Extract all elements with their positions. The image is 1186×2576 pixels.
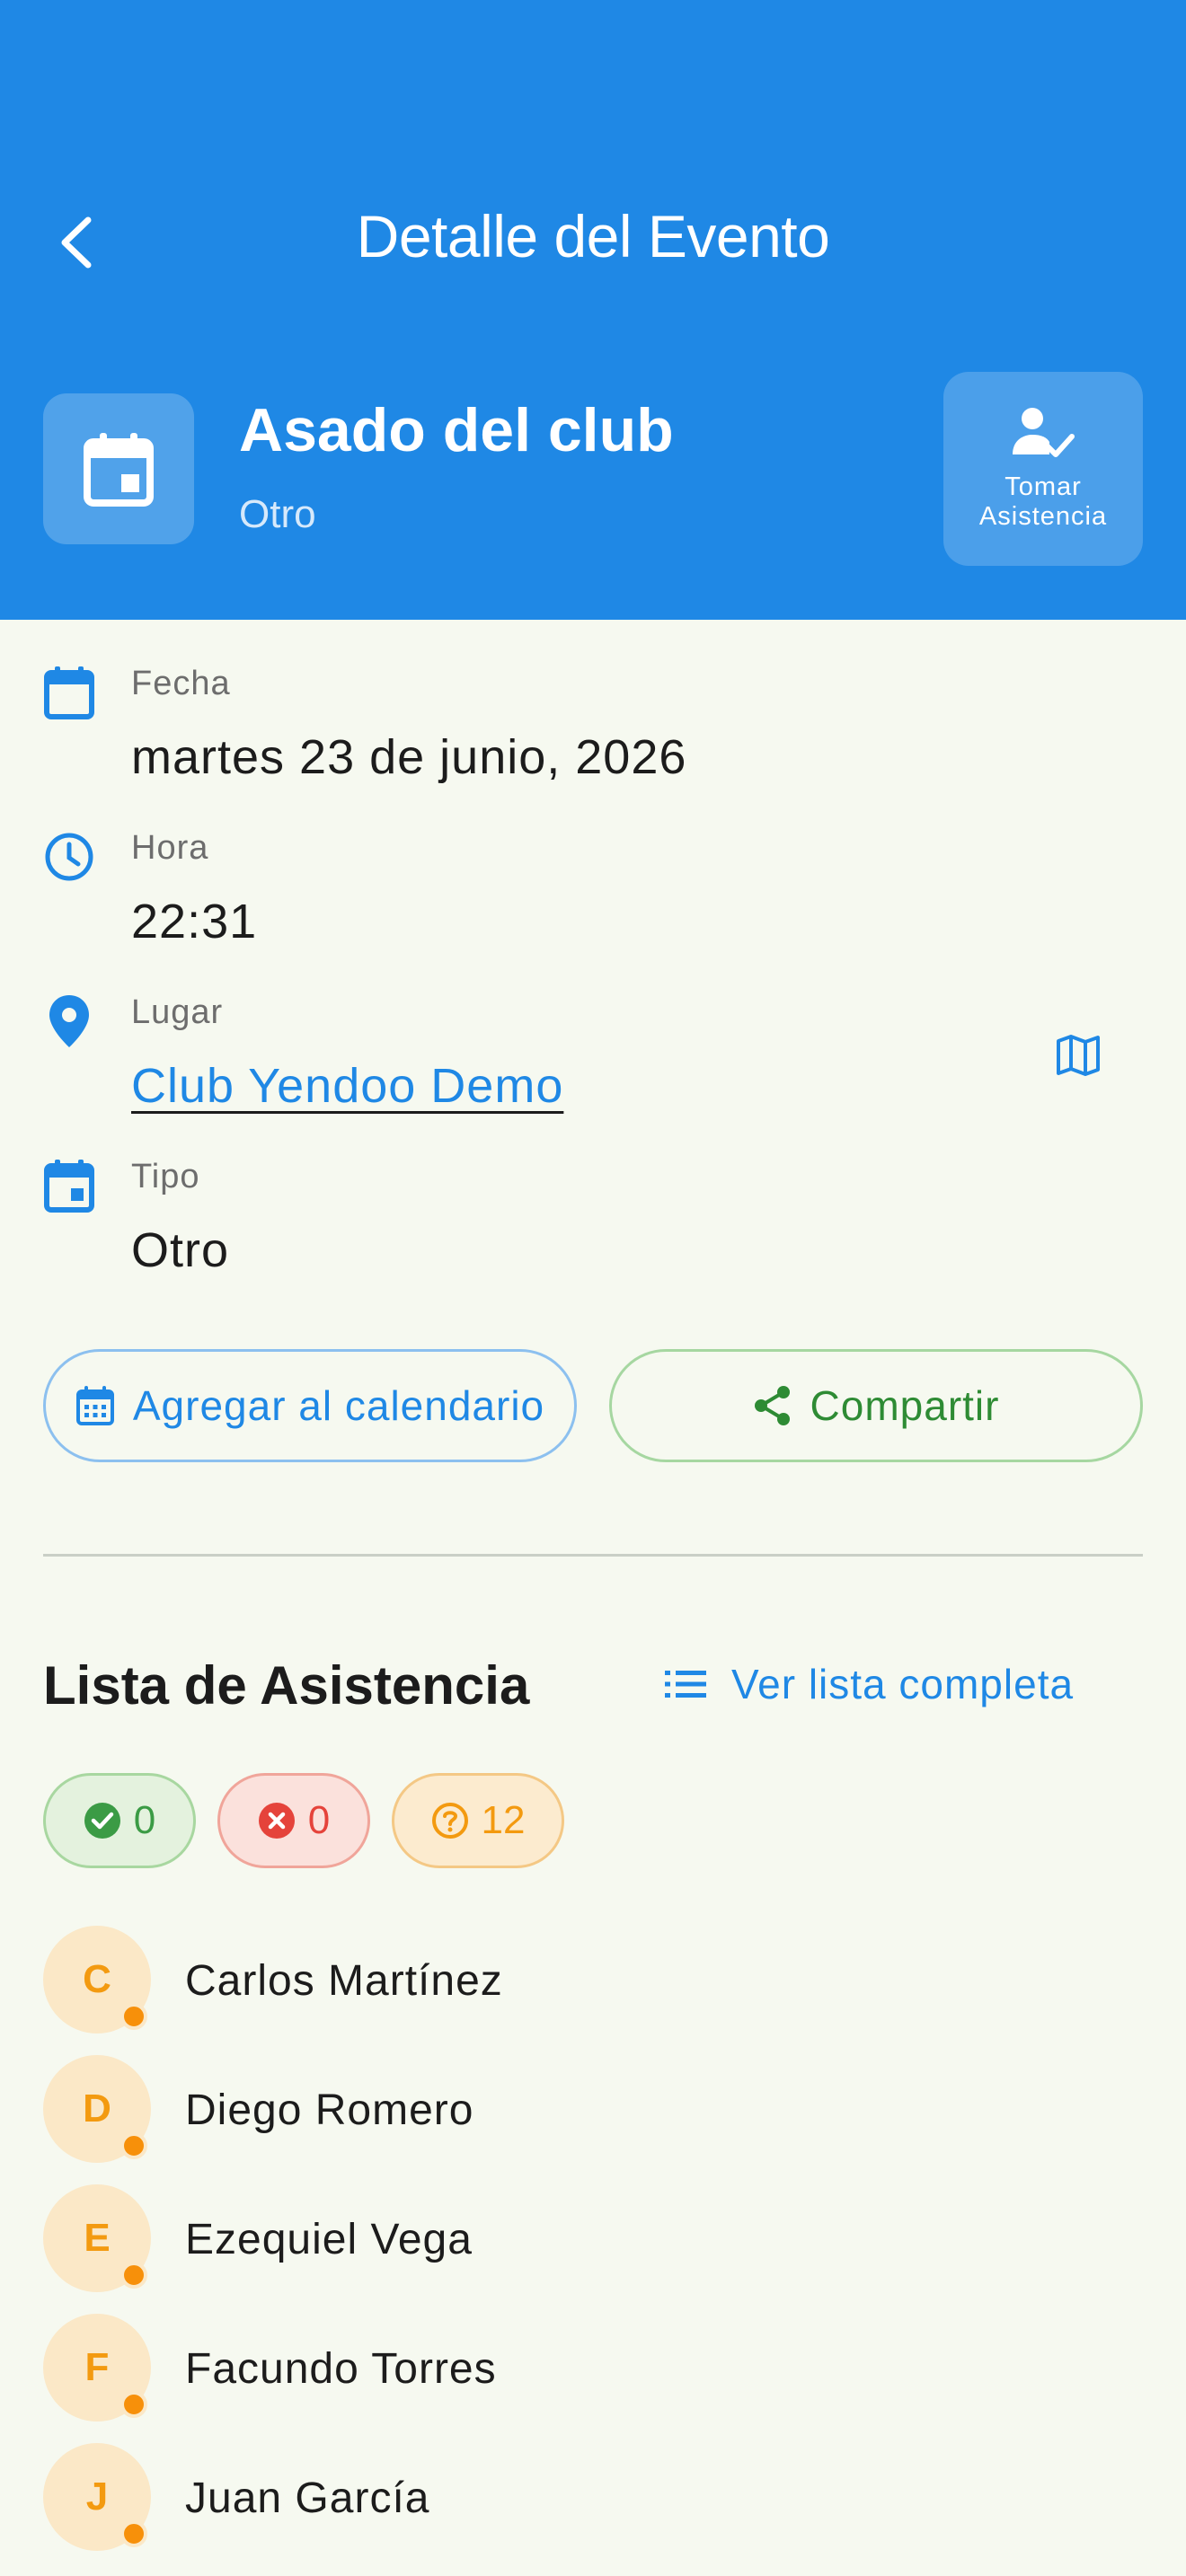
take-attendance-label: Tomar Asistencia [978,472,1108,531]
date-value: martes 23 de junio, 2026 [131,730,687,784]
calendar-icon [44,1160,94,1213]
event-icon-container [43,393,194,544]
add-to-calendar-button[interactable]: Agregar al calendario [43,1349,577,1462]
x-circle-icon [258,1803,295,1839]
place-row: Lugar Club Yendoo Demo [43,993,1148,1119]
app-header: Detalle del Evento Asado del club Otro T… [0,0,1186,620]
status-indicator [120,2520,147,2547]
attendance-title: Lista de Asistencia [43,1655,530,1716]
date-label: Fecha [131,665,231,702]
event-type: Otro [239,492,316,536]
status-indicator [120,2262,147,2289]
list-icon [665,1671,706,1698]
time-label: Hora [131,829,209,867]
section-divider [43,1554,1143,1557]
clock-icon [45,833,93,881]
declined-count: 0 [307,1798,331,1842]
list-item[interactable]: E Ezequiel Vega [43,2184,1121,2292]
member-name: Diego Romero [185,2086,474,2134]
place-link[interactable]: Club Yendoo Demo [131,1058,563,1114]
see-full-list-label: Ver lista completa [731,1661,1075,1707]
see-full-list-button[interactable]: Ver lista completa [665,1660,1074,1708]
location-pin-icon [49,995,89,1047]
type-value: Otro [131,1223,230,1277]
list-item[interactable]: C Carlos Martínez [43,1926,1121,2033]
status-indicator [120,2391,147,2418]
event-title: Asado del club [239,396,674,464]
list-item[interactable]: F Facundo Torres [43,2314,1121,2422]
confirmed-count: 0 [133,1798,156,1842]
calendar-icon [84,433,154,507]
time-row: Hora 22:31 [43,829,1148,955]
pending-chip[interactable]: 12 [392,1773,564,1868]
pending-count: 12 [481,1798,526,1842]
question-circle-icon [431,1803,468,1839]
check-circle-icon [84,1803,120,1839]
add-to-calendar-label: Agregar al calendario [132,1382,545,1429]
list-item[interactable]: D Diego Romero [43,2055,1121,2163]
share-label: Compartir [810,1382,1000,1429]
time-value: 22:31 [131,895,258,948]
confirmed-chip[interactable]: 0 [43,1773,196,1868]
calendar-grid-icon [75,1386,114,1425]
take-attendance-button[interactable]: Tomar Asistencia [943,372,1143,566]
share-icon [754,1386,790,1425]
place-label: Lugar [131,993,224,1031]
member-name: Ezequiel Vega [185,2216,473,2263]
page-title: Detalle del Evento [356,203,830,269]
map-icon [1057,1035,1100,1076]
open-map-button[interactable] [1006,1006,1150,1105]
declined-chip[interactable]: 0 [217,1773,370,1868]
type-label: Tipo [131,1158,200,1195]
share-button[interactable]: Compartir [609,1349,1143,1462]
member-name: Facundo Torres [185,2345,497,2393]
status-indicator [120,2003,147,2030]
member-name: Carlos Martínez [185,1957,503,2005]
list-item[interactable]: J Juan García [43,2443,1121,2551]
type-row: Tipo Otro [43,1158,1148,1284]
member-name: Juan García [185,2475,430,2522]
status-indicator [120,2132,147,2159]
date-row: Fecha martes 23 de junio, 2026 [43,665,1148,790]
person-check-icon [1013,408,1075,457]
calendar-icon [44,666,94,719]
